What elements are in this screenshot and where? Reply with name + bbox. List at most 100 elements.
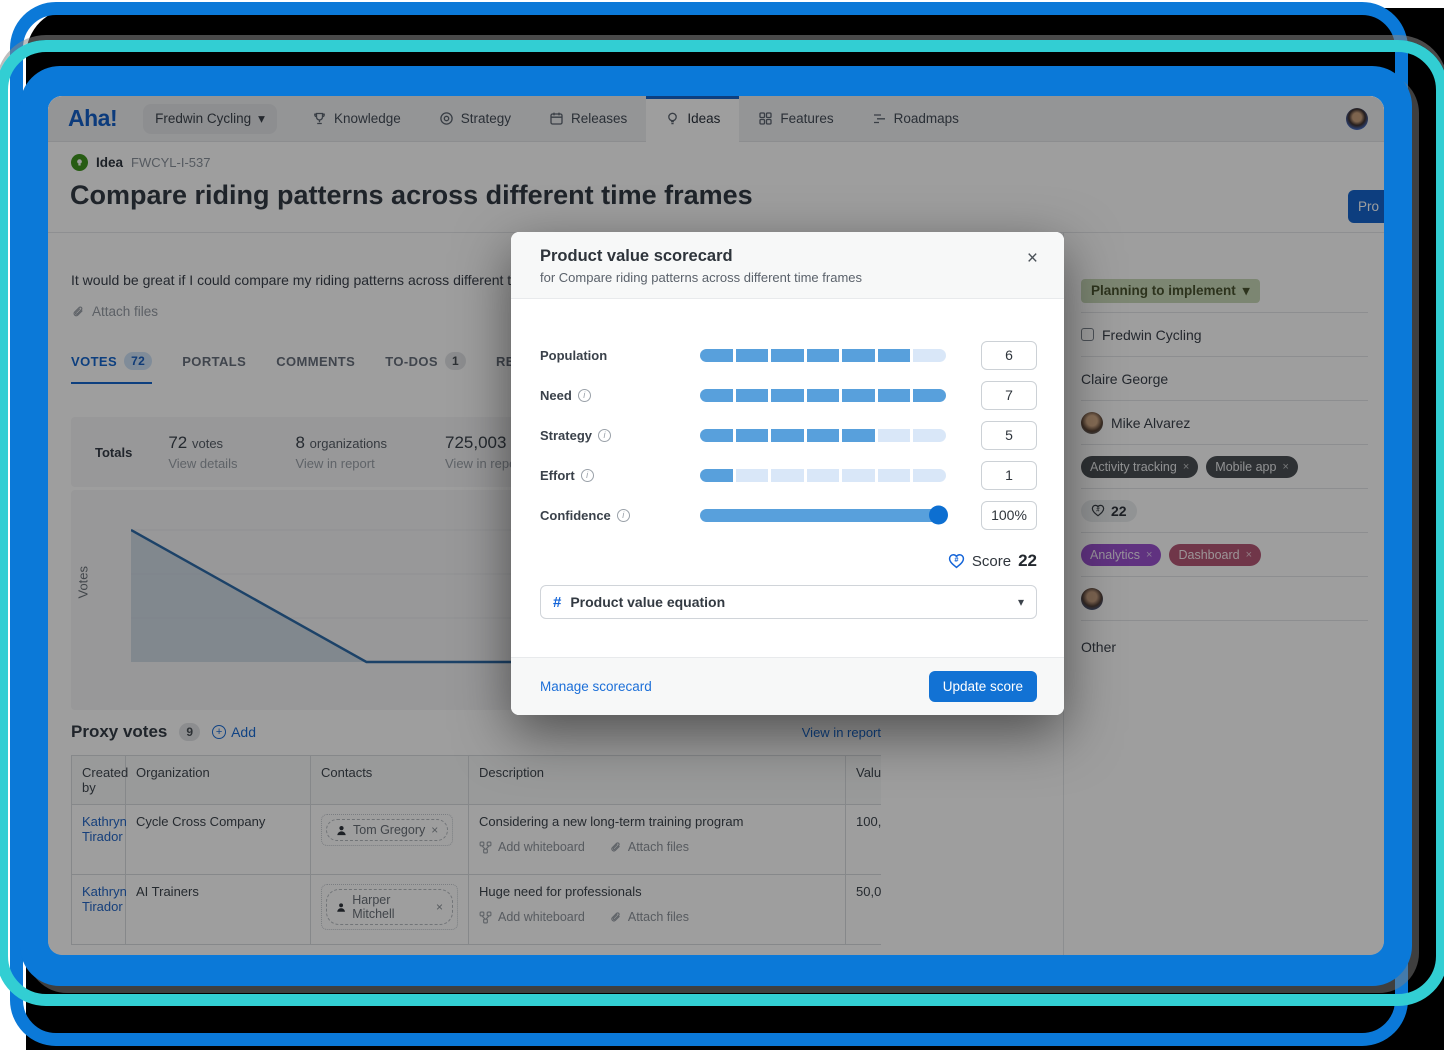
organization-cell[interactable]: AI Trainers <box>126 875 311 945</box>
contact-chip[interactable]: Harper Mitchell × <box>326 889 453 925</box>
remove-contact-icon[interactable]: × <box>436 900 443 914</box>
tag-chip[interactable]: Dashboard × <box>1169 544 1261 566</box>
aha-logo[interactable]: Aha! <box>68 105 117 132</box>
strategy-value-input[interactable]: 5 <box>981 421 1037 450</box>
created-by-link[interactable]: Kathryn Tirador <box>82 814 127 844</box>
criterion-label: Strategy <box>540 428 592 443</box>
calendar-icon <box>549 111 564 126</box>
contact-chip[interactable]: Tom Gregory × <box>326 819 448 841</box>
strategy-slider[interactable] <box>700 429 946 442</box>
add-whiteboard-button[interactable]: Add whiteboard <box>479 910 585 924</box>
effort-value-input[interactable]: 1 <box>981 461 1037 490</box>
value-cell[interactable]: 100,0 <box>846 805 882 875</box>
tag-chip[interactable]: Activity tracking × <box>1081 456 1198 478</box>
tab-portals[interactable]: PORTALS <box>182 354 246 383</box>
contact-name: Harper Mitchell <box>352 893 430 921</box>
row-actions: Add whiteboard Attach files <box>479 910 835 924</box>
status-label: Planning to implement <box>1091 283 1236 298</box>
slider-handle[interactable] <box>929 506 948 525</box>
proxy-description[interactable]: Huge need for professionals <box>479 884 835 899</box>
created-by-link[interactable]: Kathryn Tirador <box>82 884 127 914</box>
row-actions: Add whiteboard Attach files <box>479 840 835 854</box>
criterion-row-confidence: Confidence i 100% <box>540 495 1037 535</box>
equation-select[interactable]: # Product value equation ▾ <box>540 585 1037 619</box>
stat-value: 72 <box>168 433 187 452</box>
status-dropdown[interactable]: Planning to implement ▾ <box>1081 279 1260 303</box>
record-type-row: Idea FWCYL-I-537 <box>71 154 210 171</box>
workspace-switcher[interactable]: Fredwin Cycling ▾ <box>143 104 277 134</box>
watcher-row[interactable] <box>1081 577 1368 621</box>
tag-chip[interactable]: Analytics × <box>1081 544 1161 566</box>
attach-files-button[interactable]: Attach files <box>71 304 158 319</box>
proxy-votes-title: Proxy votes <box>71 722 167 742</box>
tab-votes[interactable]: VOTES 72 <box>71 352 152 384</box>
attach-files-button[interactable]: Attach files <box>609 910 689 924</box>
nav-item-knowledge[interactable]: Knowledge <box>293 96 420 142</box>
proxy-votes-table: Created by Organization Contacts Descrip… <box>71 755 881 945</box>
add-whiteboard-label: Add whiteboard <box>498 840 585 854</box>
score-chip[interactable]: # 22 <box>1081 500 1137 522</box>
other-row[interactable]: Other <box>1081 621 1368 673</box>
plus-circle-icon: + <box>212 725 226 739</box>
other-label: Other <box>1081 639 1116 655</box>
view-in-report-link[interactable]: View in report <box>295 456 387 471</box>
confidence-value-input[interactable]: 100% <box>981 501 1037 530</box>
remove-tag-icon[interactable]: × <box>1146 549 1152 561</box>
confidence-slider[interactable] <box>700 509 946 522</box>
remove-tag-icon[interactable]: × <box>1183 461 1189 473</box>
total-votes-stat: 72 votes View details <box>168 433 237 471</box>
effort-slider[interactable] <box>700 469 946 482</box>
nav-item-roadmaps[interactable]: Roadmaps <box>853 96 978 142</box>
user-avatar[interactable] <box>1346 108 1368 130</box>
contacts-field[interactable]: Harper Mitchell × <box>321 884 458 930</box>
remove-tag-icon[interactable]: × <box>1282 461 1288 473</box>
attach-files-label: Attach files <box>628 910 689 924</box>
info-icon: i <box>578 389 591 402</box>
nav-item-ideas[interactable]: Ideas <box>646 96 739 142</box>
nav-item-features[interactable]: Features <box>739 96 852 142</box>
update-score-button[interactable]: Update score <box>929 671 1037 702</box>
person-name: Claire George <box>1081 371 1168 387</box>
view-details-link[interactable]: View details <box>168 456 237 471</box>
manage-scorecard-link[interactable]: Manage scorecard <box>540 679 652 694</box>
score-value: 22 <box>1111 503 1127 519</box>
population-slider[interactable] <box>700 349 946 362</box>
gantt-bars-icon <box>872 111 887 126</box>
nav-item-label: Releases <box>571 111 627 126</box>
contacts-field[interactable]: Tom Gregory × <box>321 814 453 846</box>
close-icon[interactable]: × <box>1021 248 1044 269</box>
person-row[interactable]: Claire George <box>1081 357 1368 401</box>
tab-todos[interactable]: TO-DOS 1 <box>385 352 466 384</box>
workspace-row[interactable]: Fredwin Cycling <box>1081 313 1368 357</box>
nav-item-strategy[interactable]: Strategy <box>420 96 530 142</box>
remove-tag-icon[interactable]: × <box>1246 549 1252 561</box>
value-cell[interactable]: 50,00 <box>846 875 882 945</box>
tag-label: Dashboard <box>1178 548 1239 562</box>
nav-item-releases[interactable]: Releases <box>530 96 646 142</box>
tab-comments[interactable]: COMMENTS <box>276 354 355 383</box>
info-icon: i <box>617 509 630 522</box>
attach-files-button[interactable]: Attach files <box>609 840 689 854</box>
stat-unit: organizations <box>310 436 387 451</box>
tag-chip[interactable]: Mobile app × <box>1206 456 1298 478</box>
proxy-view-in-report-link[interactable]: View in report <box>802 725 881 740</box>
score-row: # 22 <box>1081 489 1368 533</box>
equation-label: Product value equation <box>570 594 725 610</box>
need-value-input[interactable]: 7 <box>981 381 1037 410</box>
add-proxy-vote-button[interactable]: + Add <box>212 724 256 740</box>
proxy-votes-count-badge: 9 <box>179 723 200 741</box>
record-sidebar: Planning to implement ▾ Fredwin Cycling … <box>1063 233 1384 955</box>
record-tabs: VOTES 72 PORTALS COMMENTS TO-DOS 1 RELAT… <box>71 352 559 384</box>
add-whiteboard-button[interactable]: Add whiteboard <box>479 840 585 854</box>
criterion-label: Need <box>540 388 572 403</box>
promote-button[interactable]: Pro <box>1348 190 1384 223</box>
assignee-row[interactable]: Mike Alvarez <box>1081 401 1368 445</box>
population-value-input[interactable]: 6 <box>981 341 1037 370</box>
col-header-value: Value <box>846 756 882 805</box>
add-whiteboard-label: Add whiteboard <box>498 910 585 924</box>
proxy-description[interactable]: Considering a new long-term training pro… <box>479 814 835 829</box>
organization-cell[interactable]: Cycle Cross Company <box>126 805 311 875</box>
criterion-row-effort: Effort i 1 <box>540 455 1037 495</box>
need-slider[interactable] <box>700 389 946 402</box>
remove-contact-icon[interactable]: × <box>431 823 438 837</box>
